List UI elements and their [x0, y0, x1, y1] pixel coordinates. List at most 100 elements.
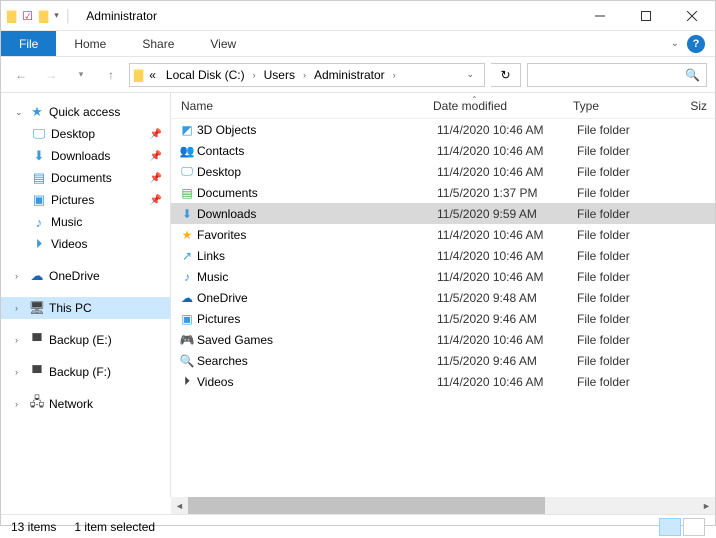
expand-ribbon-icon[interactable]: ⌄ — [671, 38, 679, 49]
refresh-button[interactable]: ↻ — [491, 63, 521, 87]
tab-home[interactable]: Home — [56, 31, 124, 56]
table-row[interactable]: ▣Pictures11/5/2020 9:46 AMFile folder — [171, 308, 715, 329]
nav-onedrive[interactable]: › ☁ OneDrive — [1, 265, 170, 287]
help-icon[interactable]: ? — [687, 35, 705, 53]
properties-icon[interactable]: ☑ — [22, 9, 33, 23]
nav-label: Quick access — [49, 105, 120, 119]
large-icons-view-button[interactable] — [683, 518, 705, 536]
item-icon: ▤ — [177, 186, 197, 200]
chevron-right-icon[interactable]: › — [391, 70, 398, 80]
scroll-thumb[interactable] — [188, 497, 545, 514]
title-bar: ▇ ☑ ▇ ▾ │ Administrator — [1, 1, 715, 31]
item-date: 11/5/2020 1:37 PM — [437, 186, 577, 200]
sidebar-item-documents[interactable]: ▤Documents📌 — [1, 167, 170, 189]
sidebar-item-videos[interactable]: ⏵Videos — [1, 233, 170, 255]
forward-button[interactable]: → — [39, 63, 63, 87]
breadcrumb-item[interactable]: Local Disk (C:) — [162, 68, 249, 82]
close-button[interactable] — [669, 1, 715, 31]
item-count: 13 items — [11, 520, 56, 534]
breadcrumb-item[interactable]: Administrator — [310, 68, 389, 82]
ribbon: File Home Share View ⌄ ? — [1, 31, 715, 57]
nav-network[interactable]: › 🖧 Network — [1, 393, 170, 415]
chevron-right-icon[interactable]: › — [15, 335, 25, 345]
table-row[interactable]: ⏵Videos11/4/2020 10:46 AMFile folder — [171, 371, 715, 392]
address-dropdown-icon[interactable]: ⌄ — [460, 69, 480, 80]
table-row[interactable]: 👥Contacts11/4/2020 10:46 AMFile folder — [171, 140, 715, 161]
qat-dropdown-icon[interactable]: ▾ — [54, 10, 59, 21]
separator: │ — [65, 9, 73, 23]
sidebar-item-desktop[interactable]: 🖵Desktop📌 — [1, 123, 170, 145]
horizontal-scrollbar[interactable]: ◄ ► — [171, 497, 715, 514]
up-button[interactable]: ↑ — [99, 63, 123, 87]
file-tab[interactable]: File — [1, 31, 56, 56]
chevron-right-icon[interactable]: › — [15, 271, 25, 281]
maximize-button[interactable] — [623, 1, 669, 31]
file-list: ◩3D Objects11/4/2020 10:46 AMFile folder… — [171, 119, 715, 497]
nav-label: OneDrive — [49, 269, 100, 283]
cloud-icon: ☁ — [29, 268, 45, 284]
scroll-left-button[interactable]: ◄ — [171, 497, 188, 514]
column-date[interactable]: Date modified — [433, 99, 573, 113]
address-bar-row: ← → ▾ ↑ ▇ « Local Disk (C:) › Users › Ad… — [1, 57, 715, 93]
minimize-button[interactable] — [577, 1, 623, 31]
chevron-right-icon[interactable]: › — [301, 70, 308, 80]
address-bar[interactable]: ▇ « Local Disk (C:) › Users › Administra… — [129, 63, 485, 87]
item-type: File folder — [577, 291, 677, 305]
table-row[interactable]: 🖵Desktop11/4/2020 10:46 AMFile folder — [171, 161, 715, 182]
chevron-down-icon[interactable]: ⌄ — [15, 107, 25, 118]
tab-share[interactable]: Share — [124, 31, 192, 56]
table-row[interactable]: ♪Music11/4/2020 10:46 AMFile folder — [171, 266, 715, 287]
chevron-right-icon[interactable]: › — [251, 70, 258, 80]
folder-icon: 🖵 — [31, 126, 47, 142]
column-name[interactable]: Name — [177, 99, 433, 113]
item-type: File folder — [577, 249, 677, 263]
search-input[interactable]: 🔍 — [527, 63, 707, 87]
item-date: 11/4/2020 10:46 AM — [437, 270, 577, 284]
item-name: Documents — [197, 186, 437, 200]
nav-backup-f[interactable]: › ▀ Backup (F:) — [1, 361, 170, 383]
item-type: File folder — [577, 123, 677, 137]
folder-icon: ♪ — [31, 214, 47, 230]
star-icon: ★ — [29, 104, 45, 120]
item-date: 11/5/2020 9:46 AM — [437, 354, 577, 368]
chevron-right-icon[interactable]: › — [15, 399, 25, 409]
nav-quick-access[interactable]: ⌄ ★ Quick access — [1, 101, 170, 123]
table-row[interactable]: ☁OneDrive11/5/2020 9:48 AMFile folder — [171, 287, 715, 308]
table-row[interactable]: ↗Links11/4/2020 10:46 AMFile folder — [171, 245, 715, 266]
item-icon: ◩ — [177, 123, 197, 137]
details-view-button[interactable] — [659, 518, 681, 536]
sidebar-item-downloads[interactable]: ⬇Downloads📌 — [1, 145, 170, 167]
tab-view[interactable]: View — [192, 31, 254, 56]
table-row[interactable]: ⬇Downloads11/5/2020 9:59 AMFile folder — [171, 203, 715, 224]
table-row[interactable]: 🔍Searches11/5/2020 9:46 AMFile folder — [171, 350, 715, 371]
item-type: File folder — [577, 186, 677, 200]
search-icon: 🔍 — [685, 68, 700, 82]
folder-icon: ▇ — [134, 68, 143, 82]
item-name: 3D Objects — [197, 123, 437, 137]
back-button[interactable]: ← — [9, 63, 33, 87]
breadcrumb-item[interactable]: Users — [260, 68, 299, 82]
recent-dropdown[interactable]: ▾ — [69, 63, 93, 87]
table-row[interactable]: ▤Documents11/5/2020 1:37 PMFile folder — [171, 182, 715, 203]
table-row[interactable]: 🎮Saved Games11/4/2020 10:46 AMFile folde… — [171, 329, 715, 350]
sidebar-item-music[interactable]: ♪ Music — [1, 211, 170, 233]
nav-backup-e[interactable]: › ▀ Backup (E:) — [1, 329, 170, 351]
nav-this-pc[interactable]: › 🖥 This PC — [1, 297, 170, 319]
column-size[interactable]: Siz — [673, 99, 715, 113]
scroll-right-button[interactable]: ► — [698, 497, 715, 514]
sidebar-item-label: Documents — [51, 171, 112, 185]
chevron-right-icon[interactable]: › — [15, 303, 25, 313]
sidebar-item-label: Music — [51, 215, 82, 229]
item-date: 11/5/2020 9:46 AM — [437, 312, 577, 326]
chevron-right-icon[interactable]: › — [15, 367, 25, 377]
item-icon: ⏵ — [177, 374, 197, 389]
sidebar-item-pictures[interactable]: ▣Pictures📌 — [1, 189, 170, 211]
column-type[interactable]: Type — [573, 99, 673, 113]
table-row[interactable]: ◩3D Objects11/4/2020 10:46 AMFile folder — [171, 119, 715, 140]
table-row[interactable]: ★Favorites11/4/2020 10:46 AMFile folder — [171, 224, 715, 245]
item-date: 11/4/2020 10:46 AM — [437, 375, 577, 389]
item-icon: ↗ — [177, 249, 197, 263]
item-icon: 👥 — [177, 144, 197, 158]
item-icon: 🎮 — [177, 333, 197, 347]
scroll-track[interactable] — [188, 497, 698, 514]
